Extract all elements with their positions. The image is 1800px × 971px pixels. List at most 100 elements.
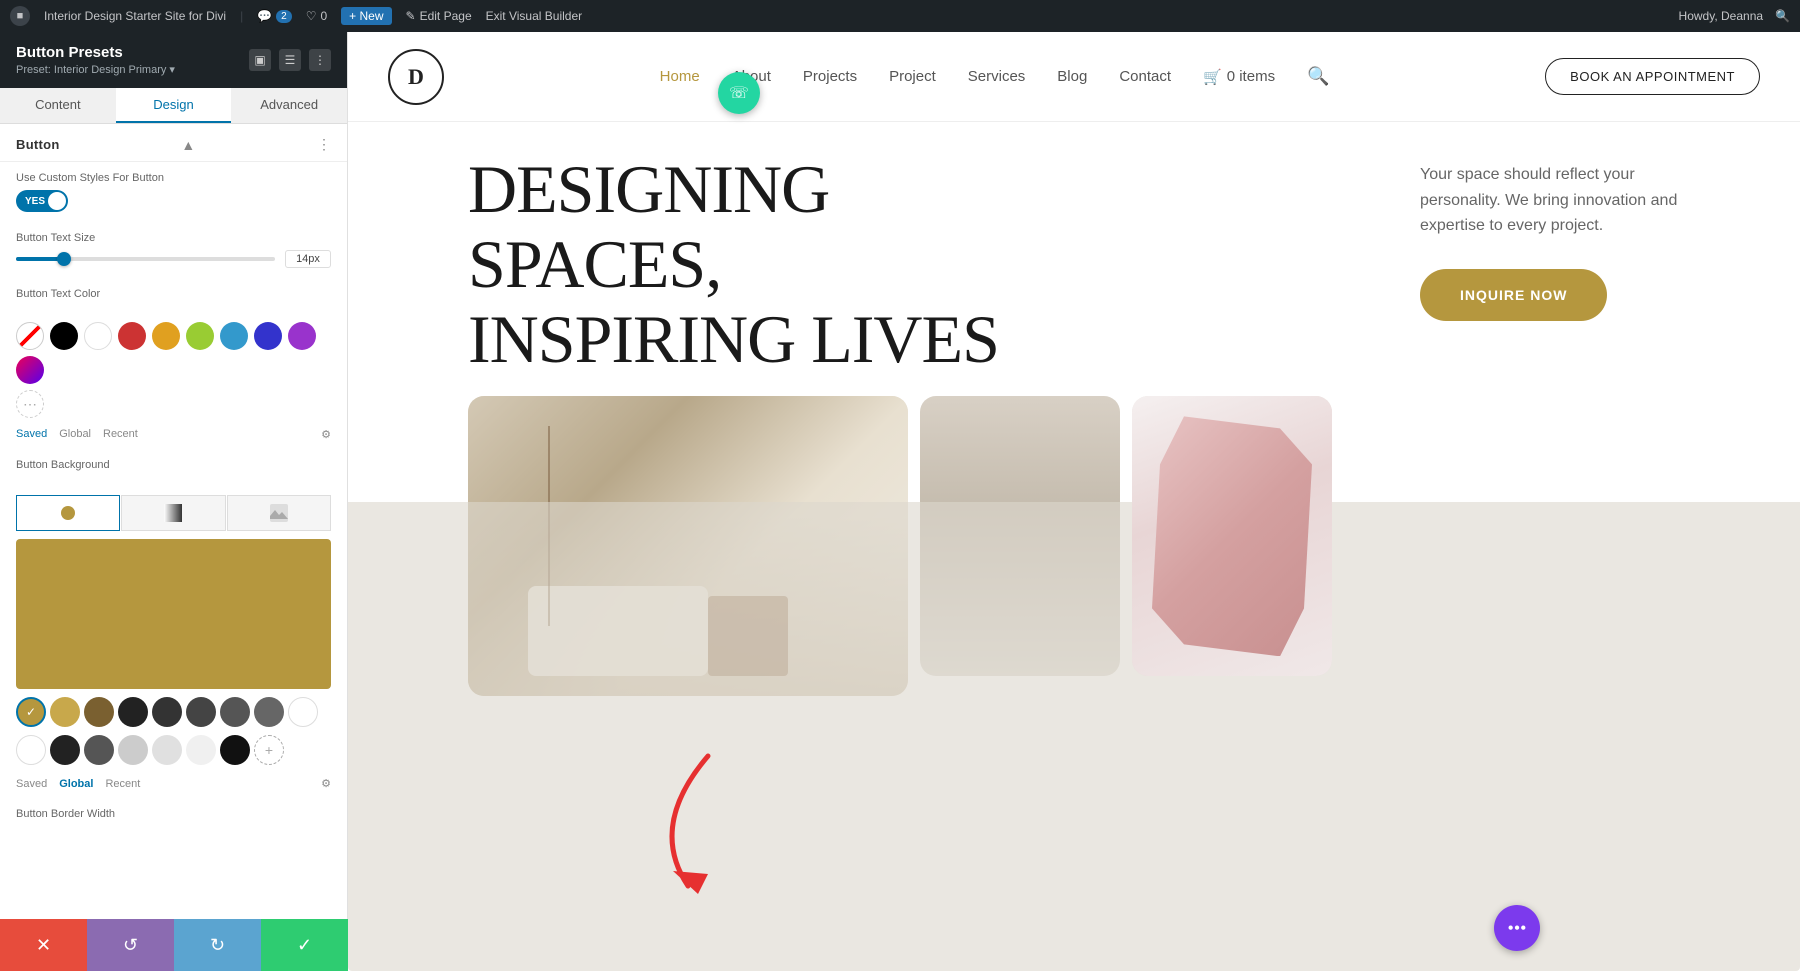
panel-duplicate-icon[interactable]: ▣: [249, 49, 271, 71]
save-button[interactable]: ✓: [261, 919, 348, 971]
color-tab-global[interactable]: Global: [59, 428, 91, 441]
nav-link-cart[interactable]: 🛒 0 items: [1203, 68, 1275, 86]
tab-advanced[interactable]: Advanced: [231, 88, 347, 123]
bg-swatch-white[interactable]: [288, 697, 318, 727]
bg-color-preview[interactable]: [16, 539, 331, 689]
text-size-slider[interactable]: [16, 257, 275, 261]
bg-swatch-white2[interactable]: [16, 735, 46, 765]
bg-swatch-black3[interactable]: [50, 735, 80, 765]
custom-styles-row: Use Custom Styles For Button YES: [0, 162, 347, 222]
nav-link-projects[interactable]: Projects: [803, 68, 857, 85]
admin-search-icon[interactable]: 🔍: [1775, 9, 1790, 23]
text-size-row: Button Text Size 14px: [0, 222, 347, 278]
bg-tab-color[interactable]: [16, 495, 120, 531]
swatch-black[interactable]: [50, 322, 78, 350]
hero-headline: DESIGNING SPACES, INSPIRING LIVES: [468, 152, 1028, 376]
text-color-swatches: [0, 316, 347, 390]
hero-section: DESIGNING SPACES, INSPIRING LIVES Your s…: [348, 122, 1800, 396]
swatch-red[interactable]: [118, 322, 146, 350]
bg-swatch-dark-gold[interactable]: [84, 697, 114, 727]
admin-site-title[interactable]: Interior Design Starter Site for Divi: [44, 9, 226, 23]
bg-swatch-dark-gray[interactable]: [186, 697, 216, 727]
bg-tab-image[interactable]: [227, 495, 331, 531]
hero-right: Your space should reflect your personali…: [1420, 152, 1740, 321]
bg-swatch-black2[interactable]: [152, 697, 182, 727]
border-width-row: Button Border Width: [0, 798, 347, 836]
bg-tab-gradient[interactable]: [121, 495, 225, 531]
admin-exit-builder[interactable]: Exit Visual Builder: [486, 9, 583, 23]
tab-content[interactable]: Content: [0, 88, 116, 123]
bg-color-tab-global[interactable]: Global: [59, 778, 93, 790]
bg-swatch-light-gray[interactable]: [118, 735, 148, 765]
main-content: ☏ D Home About Projects Project Services…: [348, 32, 1800, 971]
undo-button[interactable]: ↺: [87, 919, 174, 971]
swatch-white[interactable]: [84, 322, 112, 350]
custom-styles-toggle[interactable]: YES: [16, 190, 68, 212]
bg-color-settings-icon[interactable]: ⚙: [321, 777, 331, 790]
bg-swatch-lighter-gray[interactable]: [152, 735, 182, 765]
bg-type-tabs: [0, 487, 347, 539]
color-tab-recent[interactable]: Recent: [103, 428, 138, 441]
redo-button[interactable]: ↻: [174, 919, 261, 971]
wp-logo[interactable]: ■: [10, 6, 30, 26]
color-more-btn[interactable]: ⋯: [16, 390, 44, 418]
more-options-fab[interactable]: •••: [1494, 905, 1540, 951]
color-tab-saved[interactable]: Saved: [16, 428, 47, 441]
bg-swatch-gray2[interactable]: [84, 735, 114, 765]
bg-color-tab-saved[interactable]: Saved: [16, 778, 47, 790]
swatch-purple[interactable]: [288, 322, 316, 350]
border-width-label: Button Border Width: [16, 808, 331, 820]
cancel-button[interactable]: ✕: [0, 919, 87, 971]
bg-color-swatches-row2: +: [0, 735, 347, 773]
nav-link-blog[interactable]: Blog: [1057, 68, 1087, 85]
bg-swatch-gray[interactable]: [220, 697, 250, 727]
text-size-value[interactable]: 14px: [285, 250, 331, 268]
admin-edit-page[interactable]: ✎ Edit Page: [406, 9, 472, 23]
text-color-tabs: Saved Global Recent ⚙: [0, 424, 347, 449]
bg-color-tabs: Saved Global Recent ⚙: [0, 773, 347, 798]
tab-design[interactable]: Design: [116, 88, 232, 123]
swatch-orange[interactable]: [152, 322, 180, 350]
nav-link-project[interactable]: Project: [889, 68, 936, 85]
swatch-transparent[interactable]: [16, 322, 44, 350]
panel-columns-icon[interactable]: ☰: [279, 49, 301, 71]
section-more-options-icon[interactable]: ⋮: [317, 136, 331, 153]
bg-swatch-mid-gray[interactable]: [254, 697, 284, 727]
admin-bar: ■ Interior Design Starter Site for Divi …: [0, 0, 1800, 32]
bg-swatch-add[interactable]: +: [254, 735, 284, 765]
swatch-blue[interactable]: [220, 322, 248, 350]
text-color-row: Button Text Color: [0, 278, 347, 316]
nav-link-home[interactable]: Home: [660, 68, 700, 85]
bg-swatch-gold-active[interactable]: [16, 697, 46, 727]
admin-likes[interactable]: ♡ 0: [306, 9, 327, 23]
book-appointment-button[interactable]: BOOK AN APPOINTMENT: [1545, 58, 1760, 95]
bg-row: Button Background: [0, 449, 347, 487]
bg-swatch-black1[interactable]: [118, 697, 148, 727]
nav-search-icon[interactable]: 🔍: [1307, 66, 1329, 87]
bg-swatch-lightest-gray[interactable]: [186, 735, 216, 765]
nav-link-services[interactable]: Services: [968, 68, 1026, 85]
swatch-eyedropper[interactable]: [16, 356, 44, 384]
section-collapse-icon[interactable]: ▲: [181, 137, 195, 153]
nav-logo[interactable]: D: [388, 49, 444, 105]
toggle-knob: [48, 192, 66, 210]
custom-styles-label: Use Custom Styles For Button: [16, 172, 331, 184]
divi-fab[interactable]: ☏: [718, 72, 760, 114]
swatch-dark-blue[interactable]: [254, 322, 282, 350]
nav-link-contact[interactable]: Contact: [1119, 68, 1171, 85]
color-settings-icon[interactable]: ⚙: [321, 428, 331, 441]
inquire-now-button[interactable]: INQUIRE NOW: [1420, 269, 1607, 321]
panel-more-icon[interactable]: ⋮: [309, 49, 331, 71]
bg-color-tab-recent[interactable]: Recent: [105, 778, 140, 790]
gallery-section: •••: [348, 396, 1800, 971]
panel-preset[interactable]: Preset: Interior Design Primary ▾: [16, 63, 175, 76]
bg-swatch-gold2[interactable]: [50, 697, 80, 727]
section-title: Button: [16, 137, 60, 152]
bg-swatch-near-black[interactable]: [220, 735, 250, 765]
swatch-lime[interactable]: [186, 322, 214, 350]
admin-howdy[interactable]: Howdy, Deanna: [1679, 9, 1764, 23]
admin-new-button[interactable]: + New: [341, 7, 391, 25]
admin-comments[interactable]: 💬 2: [257, 9, 292, 23]
text-color-more-swatches: ⋯: [0, 390, 347, 424]
gallery-image-2: [920, 396, 1120, 676]
